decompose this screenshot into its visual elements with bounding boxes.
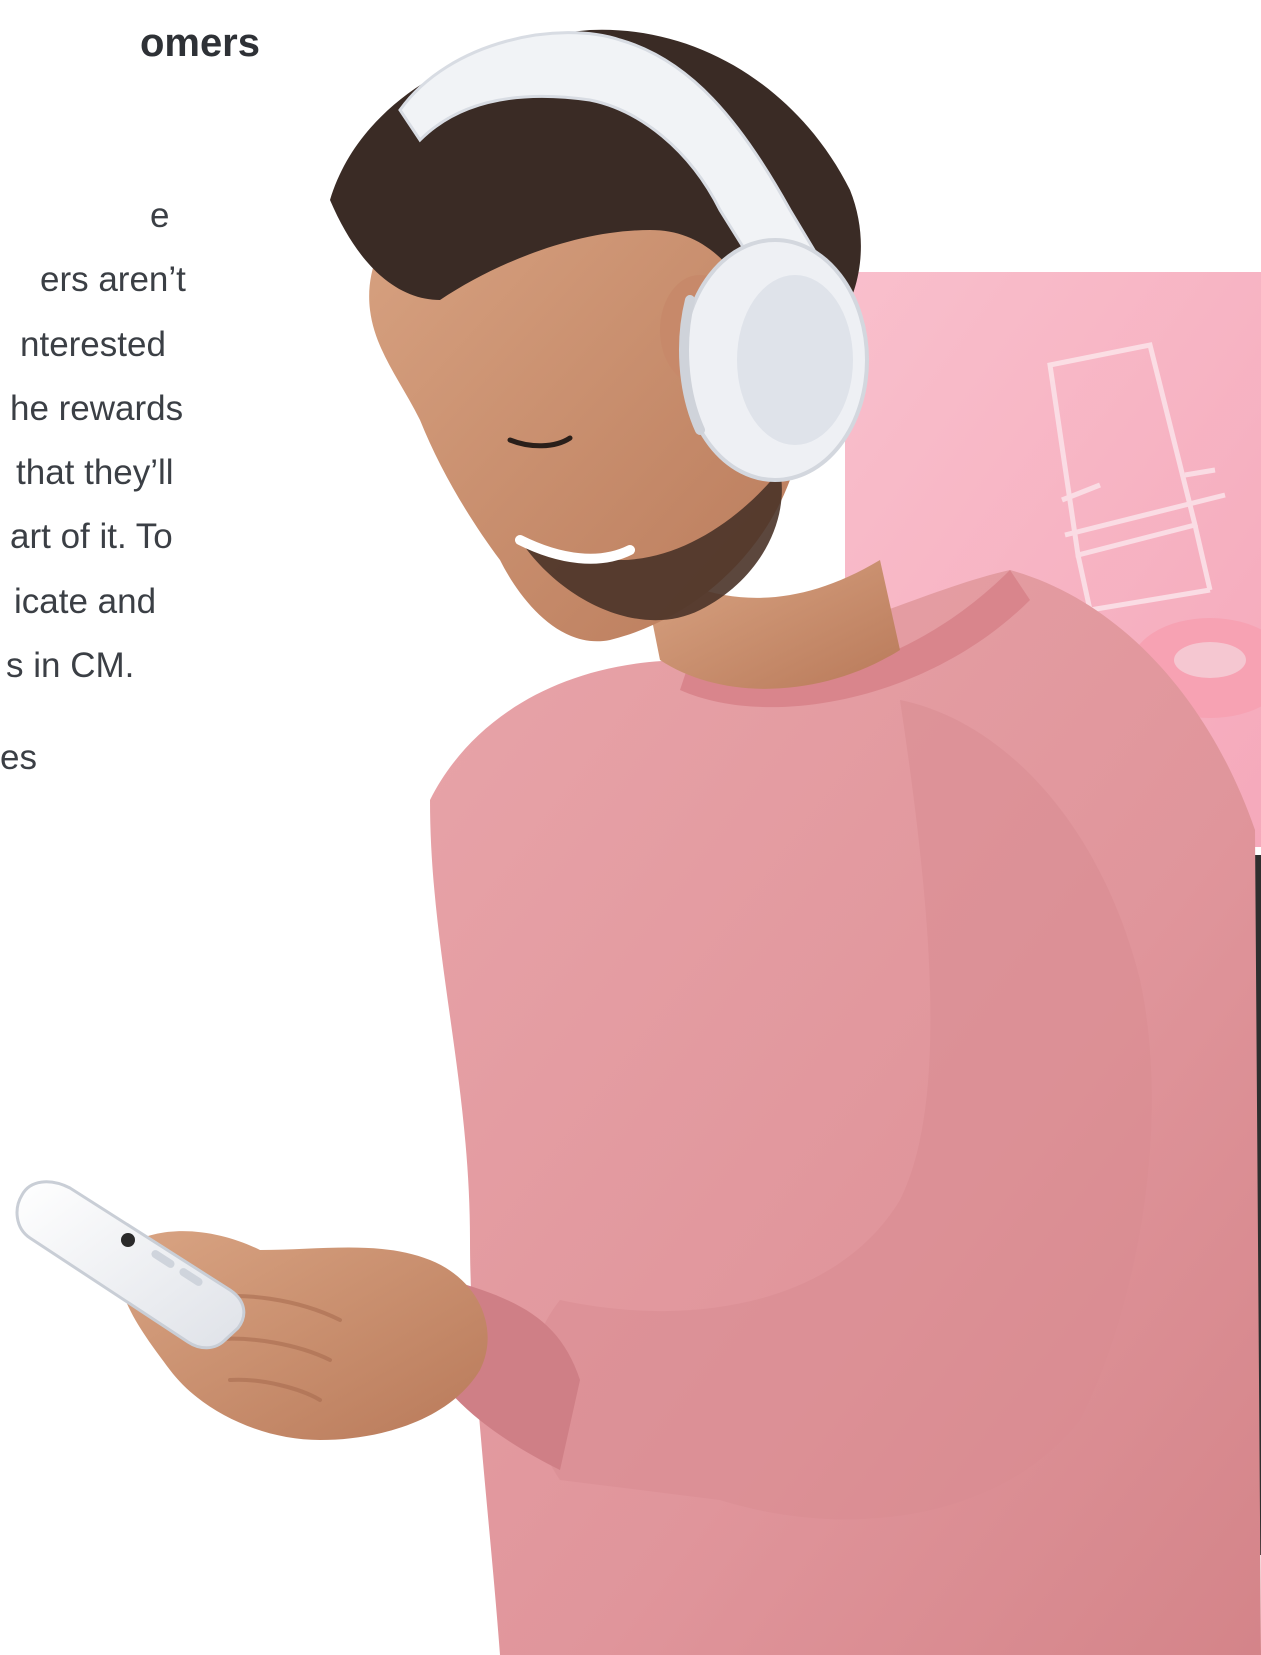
page: omers e ers aren’t nterested he rewards … (0, 0, 1261, 1655)
headphones-icon (679, 238, 869, 482)
hero-photo (15, 29, 1261, 1655)
